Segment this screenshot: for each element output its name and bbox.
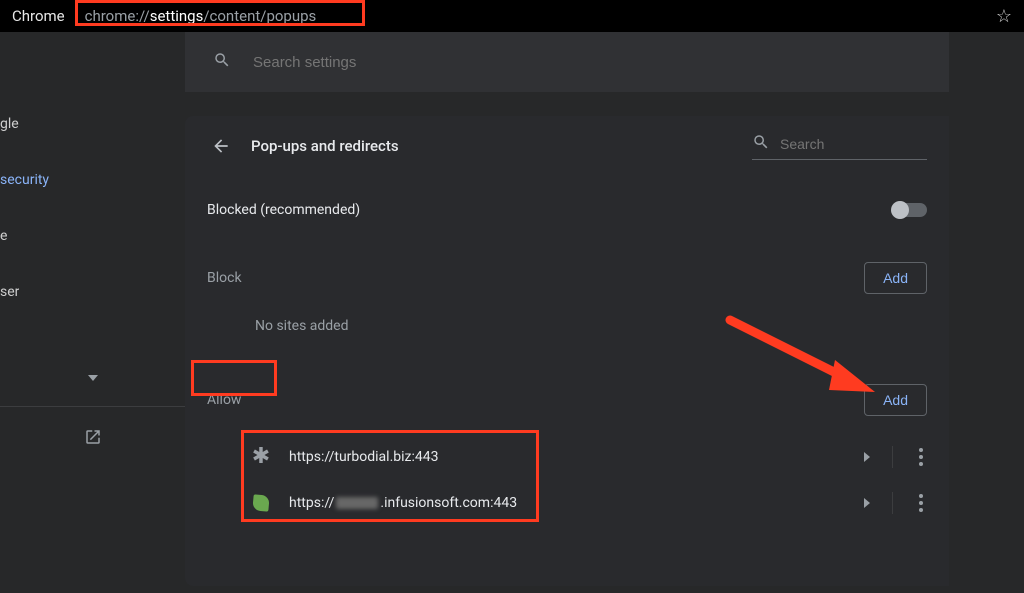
search-settings-bar (185, 32, 949, 92)
right-gutter (949, 32, 1024, 593)
divider (892, 492, 893, 514)
blocked-label: Blocked (recommended) (207, 202, 360, 218)
open-external-icon (84, 428, 102, 450)
allow-section-label: Allow (207, 392, 241, 408)
search-settings-input[interactable] (253, 54, 653, 71)
block-empty-text: No sites added (185, 312, 949, 354)
chevron-down-icon (88, 375, 98, 381)
allow-section-row: Allow Add (185, 354, 949, 434)
settings-sidebar: gle security e ser (0, 32, 185, 593)
url-field[interactable]: chrome://settings/content/popups (81, 5, 321, 27)
settings-card: Pop-ups and redirects Blocked (recommend… (185, 116, 949, 586)
search-icon (213, 51, 231, 73)
wildcard-icon: ✱ (249, 445, 273, 469)
chevron-right-icon[interactable] (864, 498, 870, 508)
block-add-button[interactable]: Add (864, 262, 927, 294)
bookmark-star-icon[interactable]: ☆ (996, 6, 1012, 27)
sidebar-open-external[interactable] (0, 419, 185, 459)
sidebar-item-google[interactable]: gle (0, 104, 185, 144)
page-search-input[interactable] (780, 136, 920, 152)
settings-main: Pop-ups and redirects Blocked (recommend… (185, 32, 949, 593)
redacted-text (336, 497, 378, 509)
sidebar-item-ser[interactable]: ser (0, 272, 185, 312)
arrow-left-icon (211, 136, 231, 156)
sidebar-expand[interactable] (0, 358, 185, 398)
sidebar-item-security[interactable]: security (0, 160, 185, 200)
allow-site-url-0: https://turbodial.biz:443 (289, 449, 438, 465)
page-title: Pop-ups and redirects (251, 137, 399, 155)
blocked-toggle-row: Blocked (recommended) (185, 170, 949, 236)
url-prefix: chrome:// (85, 7, 150, 25)
divider (892, 446, 893, 468)
browser-omnibar: Chrome chrome://settings/content/popups … (0, 0, 1024, 32)
allow-site-row-0[interactable]: ✱ https://turbodial.biz:443 (185, 434, 949, 480)
allow-add-button[interactable]: Add (864, 384, 927, 416)
more-menu-icon[interactable] (915, 490, 927, 516)
back-button[interactable] (207, 132, 235, 160)
leaf-icon (249, 491, 273, 515)
search-icon (752, 133, 770, 155)
block-section-label: Block (207, 270, 242, 286)
sidebar-divider (0, 406, 185, 407)
chevron-right-icon[interactable] (864, 452, 870, 462)
url-suffix: /content/popups (203, 7, 316, 25)
url-strong: settings (150, 7, 204, 25)
block-section-row: Block Add (185, 236, 949, 312)
blocked-toggle[interactable] (893, 203, 927, 217)
browser-title: Chrome (12, 7, 65, 25)
more-menu-icon[interactable] (915, 444, 927, 470)
sidebar-item-e[interactable]: e (0, 216, 185, 256)
annotation-allow-highlight (191, 360, 277, 396)
allow-site-row-1[interactable]: https://.infusionsoft.com:443 (185, 480, 949, 526)
allow-site-url-1: https://.infusionsoft.com:443 (289, 495, 517, 511)
page-search[interactable] (752, 133, 927, 160)
